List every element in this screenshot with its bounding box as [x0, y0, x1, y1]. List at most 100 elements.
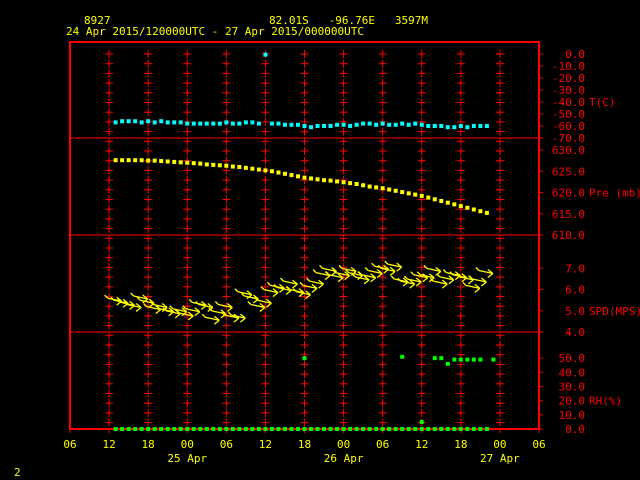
humidity-point [237, 427, 242, 431]
temperature-point [295, 122, 300, 127]
humidity-point [133, 427, 138, 431]
temperature-point [204, 121, 209, 126]
temperature-point [224, 120, 229, 125]
pressure-point [478, 209, 483, 214]
pressure-point [139, 158, 144, 163]
pressure-point [374, 185, 379, 190]
temperature-point [191, 121, 196, 126]
y-tick-label: 20.0 [559, 395, 586, 408]
humidity-point [465, 357, 470, 362]
humidity-point [224, 427, 229, 431]
pressure-point [282, 171, 287, 176]
temperature-point [309, 125, 314, 130]
temperature-point [426, 124, 431, 128]
temperature-point [126, 119, 131, 124]
x-tick-label: 12 [259, 438, 272, 451]
humidity-point [471, 357, 476, 362]
pressure-point [269, 169, 274, 174]
temperature-point [256, 121, 261, 126]
pressure-point [419, 193, 424, 198]
temperature-point [237, 121, 242, 126]
humidity-point [406, 427, 411, 431]
pressure-point [172, 159, 177, 164]
humidity-point [471, 427, 476, 431]
pressure-point [354, 182, 359, 186]
pressure-point [341, 180, 346, 185]
humidity-point [120, 427, 125, 431]
temperature-point [282, 122, 287, 127]
humidity-point [348, 427, 353, 431]
pressure-point [426, 195, 431, 200]
temperature-point [341, 122, 346, 127]
humidity-point [172, 427, 177, 431]
humidity-point [484, 427, 489, 431]
temperature-point [328, 124, 333, 128]
humidity-point [328, 427, 333, 431]
humidity-point [387, 427, 392, 431]
day-label: 26 Apr [324, 452, 364, 465]
pressure-point [178, 160, 183, 165]
temperature-point [400, 121, 405, 126]
temperature-point [419, 122, 424, 127]
pressure-point [159, 159, 164, 164]
x-tick-label: 18 [142, 438, 155, 451]
humidity-point [113, 427, 118, 431]
temperature-point [367, 121, 372, 126]
x-tick-label: 00 [337, 438, 350, 451]
pressure-point [380, 186, 385, 191]
temperature-point [250, 120, 255, 125]
temperature-point [406, 122, 411, 127]
pressure-point [335, 179, 340, 184]
pressure-point [230, 164, 235, 169]
temperature-point [152, 120, 157, 125]
pressure-point [452, 202, 457, 207]
humidity-point [335, 427, 340, 431]
temperature-point [185, 121, 190, 126]
x-tick-label: 06 [63, 438, 76, 451]
humidity-point [374, 427, 379, 431]
humidity-point [302, 427, 307, 431]
humidity-point [341, 427, 346, 431]
humidity-point [302, 356, 307, 361]
humidity-point [139, 427, 144, 431]
temperature-point [139, 120, 144, 125]
humidity-point [452, 357, 457, 362]
pressure-point [198, 161, 203, 166]
pressure-point [204, 162, 209, 167]
pressure-point [289, 173, 294, 178]
temperature-point [120, 119, 125, 124]
panel-label-humidity: RH(%) [589, 395, 622, 408]
humidity-point [445, 427, 450, 431]
humidity-point [178, 427, 183, 431]
pressure-point [250, 166, 255, 171]
temperature-point [315, 124, 320, 128]
humidity-point [465, 427, 470, 431]
panel-label-temperature: T(C) [589, 96, 616, 109]
temperature-point [361, 121, 366, 126]
y-tick-label: 610.0 [552, 229, 585, 242]
pressure-point [113, 158, 118, 163]
temperature-point [393, 122, 398, 127]
temperature-point [374, 122, 379, 127]
x-tick-label: 18 [454, 438, 467, 451]
temperature-point [269, 121, 274, 126]
temperature-point [354, 122, 359, 127]
humidity-point [439, 356, 444, 361]
pressure-point [126, 158, 131, 163]
pressure-point [309, 176, 314, 181]
y-tick-label: 30.0 [559, 381, 586, 394]
pressure-point [432, 197, 437, 202]
y-tick-label: 50.0 [559, 352, 586, 365]
pressure-point [237, 165, 242, 169]
pressure-point [439, 199, 444, 203]
humidity-point [217, 427, 222, 431]
meteogram-chart: 8927 82.01S -96.76E 3597M 24 Apr 2015/12… [0, 0, 640, 480]
humidity-point [126, 427, 131, 431]
temperature-point [322, 124, 327, 128]
humidity-point [458, 357, 463, 362]
pressure-point [146, 158, 151, 163]
temperature-point [172, 120, 177, 125]
pressure-point [458, 204, 463, 209]
humidity-point [185, 427, 190, 431]
humidity-point [478, 427, 483, 431]
